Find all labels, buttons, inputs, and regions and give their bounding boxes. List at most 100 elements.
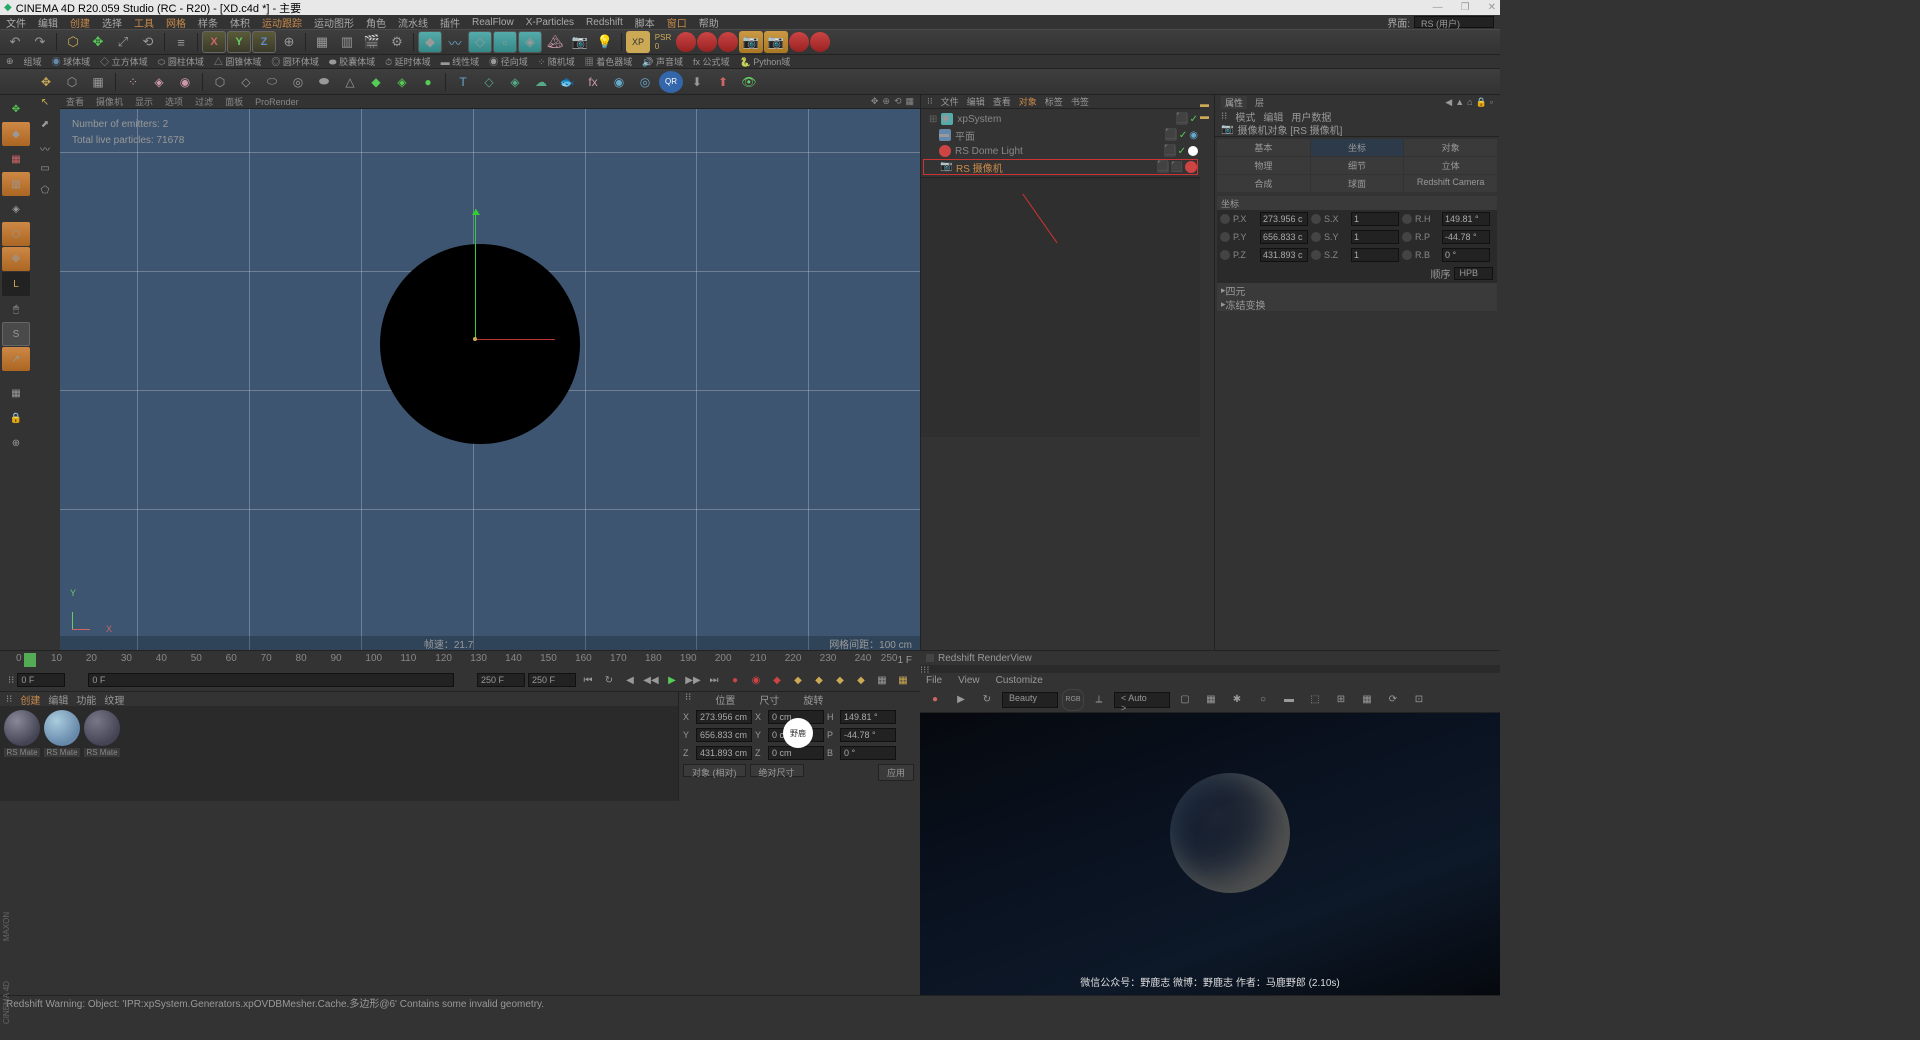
rs-i3[interactable]: ✱ [1226, 689, 1248, 711]
mode-workplane[interactable]: ◈ [2, 197, 30, 221]
attr-home-icon[interactable]: ⌂ [1467, 97, 1472, 108]
vp-nav2[interactable]: ⊕ [882, 96, 890, 107]
step-back[interactable]: ◀ [621, 671, 639, 689]
render-output[interactable]: 微信公众号：野鹿志 微博：野鹿志 作者：马鹿野郎 (2.10s) [920, 713, 1500, 995]
menu-motiontrack[interactable]: 运动跟踪 [262, 15, 302, 30]
rs-render3[interactable] [718, 32, 738, 52]
undo-button[interactable]: ↶ [3, 31, 27, 53]
tb3-i3[interactable]: 👁 [737, 71, 761, 93]
field-capsule[interactable]: ⬬ 胶囊体域 [329, 55, 375, 68]
rs-i9[interactable]: ⟳ [1382, 689, 1404, 711]
play-back[interactable]: ◀◀ [642, 671, 660, 689]
section-coord[interactable]: 坐标 [1217, 196, 1497, 210]
tb3-c2[interactable]: ◇ [234, 71, 258, 93]
vp-camera[interactable]: 摄像机 [96, 95, 123, 108]
autokey[interactable]: ◉ [747, 671, 765, 689]
maximize-button[interactable]: ❐ [1461, 2, 1470, 13]
arrow-icon[interactable]: ↖ [32, 97, 58, 119]
rs-play[interactable]: ▶ [950, 689, 972, 711]
tb3-p3[interactable]: ◉ [173, 71, 197, 93]
rs-camera1[interactable]: 📷 [739, 31, 763, 53]
timeline-end[interactable] [477, 673, 525, 687]
tb3-w1[interactable]: ◉ [607, 71, 631, 93]
input-rh[interactable] [1442, 212, 1490, 226]
menu-spline[interactable]: 样条 [198, 15, 218, 30]
key-p[interactable]: ◆ [768, 671, 786, 689]
field-formula[interactable]: fx 公式域 [693, 55, 730, 68]
cube-tool[interactable]: ◆ [2, 122, 30, 146]
goto-start[interactable]: ⏮ [579, 671, 597, 689]
scale-tool[interactable]: ⤢ [111, 31, 135, 53]
tb3-v1[interactable]: ◆ [364, 71, 388, 93]
tb3-v3[interactable]: ● [416, 71, 440, 93]
cp-b[interactable] [840, 746, 896, 760]
tb3-c4[interactable]: ◎ [286, 71, 310, 93]
timeline-current[interactable] [88, 673, 454, 687]
field-radial[interactable]: ◉ 径向域 [489, 55, 528, 68]
cp-y[interactable] [696, 728, 752, 742]
rs-i2[interactable]: ▦ [1200, 689, 1222, 711]
rs-auto-select[interactable]: < Auto > [1114, 692, 1170, 708]
tab-physical[interactable]: 物理 [1217, 157, 1310, 174]
goto-end[interactable]: ⏭ [705, 671, 723, 689]
menu-character[interactable]: 角色 [366, 15, 386, 30]
input-sz[interactable] [1351, 248, 1399, 262]
input-py[interactable] [1260, 230, 1308, 244]
tab-rscamera[interactable]: Redshift Camera [1404, 175, 1497, 192]
rs-file[interactable]: File [926, 675, 942, 686]
menu-plugins[interactable]: 插件 [440, 15, 460, 30]
tb3-i2[interactable]: ⬆ [711, 71, 735, 93]
field-python[interactable]: 🐍 Python域 [740, 55, 791, 68]
field-cone[interactable]: △ 圆锥体域 [214, 55, 262, 68]
cp-z[interactable] [696, 746, 752, 760]
uv-mode[interactable]: 🔒 [2, 406, 30, 430]
vp-filter[interactable]: 过滤 [195, 95, 213, 108]
menu-edit[interactable]: 编辑 [38, 15, 58, 30]
key-param[interactable]: ◆ [852, 671, 870, 689]
obj-tags[interactable]: 标签 [1045, 95, 1063, 108]
texture-mode[interactable]: ▦ [2, 381, 30, 405]
z-axis-lock[interactable]: Z [252, 31, 276, 53]
tb3-qr[interactable]: QR [659, 71, 683, 93]
move-tool[interactable]: ✥ [86, 31, 110, 53]
make-editable[interactable]: ✥ [2, 97, 30, 121]
mode-texture[interactable]: ▥ [2, 172, 30, 196]
material-item[interactable]: RS Mate [84, 710, 120, 797]
key-pla[interactable]: ◆ [831, 671, 849, 689]
tab-details[interactable]: 细节 [1311, 157, 1404, 174]
cp-mode2[interactable]: 绝对尺寸 [750, 764, 804, 777]
tb3-g3[interactable]: ☁ [529, 71, 553, 93]
timeline[interactable]: 0 10 20 30 40 50 60 70 80 90 100 110 120… [0, 651, 920, 669]
ri-1[interactable]: ▬ [1200, 99, 1214, 109]
cp-p[interactable] [840, 728, 896, 742]
vp-prorender[interactable]: ProRender [255, 97, 299, 107]
object-item[interactable]: ▬ 平面 ⬛✓◉ [923, 127, 1198, 143]
menu-file[interactable]: 文件 [6, 15, 26, 30]
render-settings[interactable]: ⚙ [385, 31, 409, 53]
cp-apply[interactable]: 应用 [878, 764, 914, 781]
menu-pipeline[interactable]: 流水线 [398, 15, 428, 30]
mat-texture[interactable]: 纹理 [104, 692, 124, 707]
rs-i7[interactable]: ⊞ [1330, 689, 1352, 711]
select-tool[interactable]: ⬡ [61, 31, 85, 53]
rs-i6[interactable]: ⬚ [1304, 689, 1326, 711]
attr-lock-icon[interactable]: 🔒 [1476, 97, 1487, 108]
obj-objects[interactable]: 对象 [1019, 95, 1037, 108]
render-region[interactable]: ▥ [335, 31, 359, 53]
timeline-start[interactable] [17, 673, 65, 687]
tab-compositing[interactable]: 合成 [1217, 175, 1310, 192]
vp-options[interactable]: 选项 [165, 95, 183, 108]
vp-display[interactable]: 显示 [135, 95, 153, 108]
object-item[interactable]: RS Dome Light ⬛✓ [923, 143, 1198, 159]
menu-volume[interactable]: 体积 [230, 15, 250, 30]
psr-button[interactable]: PSR0 [651, 31, 675, 53]
mode-normal[interactable]: ↗ [2, 347, 30, 371]
tb3-g2[interactable]: ◈ [503, 71, 527, 93]
cp-h[interactable] [840, 710, 896, 724]
loop[interactable]: ↻ [600, 671, 618, 689]
attr-new-icon[interactable]: ▫ [1490, 97, 1493, 108]
rs-render4[interactable] [789, 32, 809, 52]
menu-create[interactable]: 创建 [70, 15, 90, 30]
add-generator[interactable]: ◇ [468, 31, 492, 53]
input-px[interactable] [1260, 212, 1308, 226]
